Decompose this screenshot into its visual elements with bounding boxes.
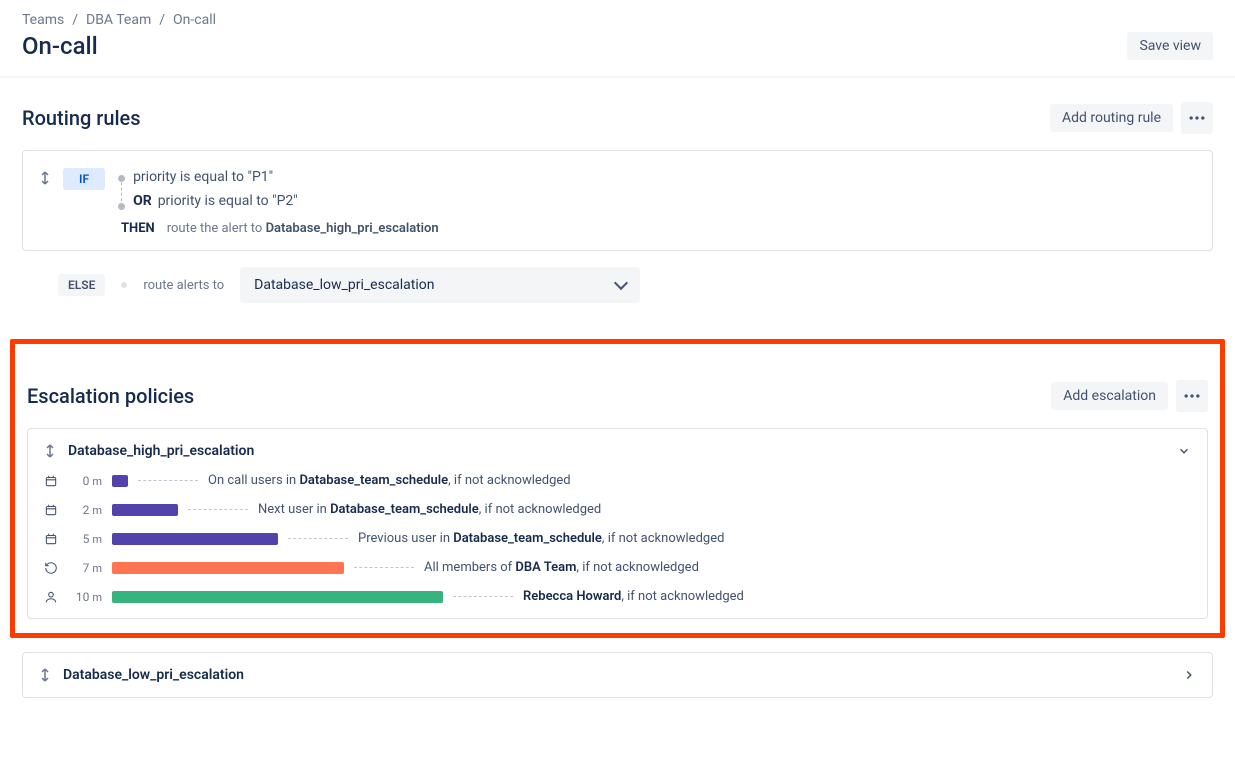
- escalation-step: 0 m On call users in Database_team_schedu…: [44, 473, 1191, 488]
- save-view-button[interactable]: Save view: [1127, 32, 1213, 60]
- else-row: ELSE route alerts to Database_low_pri_es…: [58, 267, 1213, 303]
- breadcrumb-teams[interactable]: Teams: [22, 12, 64, 28]
- escalation-step: 2 m Next user in Database_team_schedule, …: [44, 502, 1191, 517]
- step-connector: [354, 567, 414, 568]
- step-type-icon: [44, 532, 60, 546]
- step-time: 7 m: [70, 561, 102, 575]
- step-connector: [138, 480, 198, 481]
- step-connector: [288, 538, 348, 539]
- routing-more-button[interactable]: [1181, 102, 1213, 134]
- step-connector: [188, 509, 248, 510]
- more-icon: [1182, 386, 1202, 406]
- condition-1: priority is equal to "P1": [117, 165, 1196, 189]
- breadcrumb-dba-team[interactable]: DBA Team: [86, 12, 151, 28]
- add-escalation-button[interactable]: Add escalation: [1051, 382, 1168, 410]
- breadcrumb: Teams / DBA Team / On-call: [22, 12, 1213, 28]
- chevron-right-icon[interactable]: [1182, 668, 1196, 682]
- step-time: 10 m: [70, 590, 102, 604]
- step-text: Next user in Database_team_schedule, if …: [258, 502, 601, 517]
- policy-name: Database_low_pri_escalation: [63, 667, 1170, 683]
- drag-handle-icon[interactable]: [44, 444, 56, 458]
- step-type-icon: [44, 474, 60, 488]
- escalation-highlight-box: Escalation policies Add escalation Datab…: [10, 339, 1225, 638]
- step-type-icon: [44, 561, 60, 575]
- then-text: route the alert to Database_high_pri_esc…: [167, 221, 439, 236]
- escalation-policies-title: Escalation policies: [27, 384, 194, 408]
- step-time: 2 m: [70, 503, 102, 517]
- page-title: On-call: [22, 32, 98, 60]
- routing-rule-card: IF priority is equal to "P1" ORpriority …: [22, 150, 1213, 251]
- step-type-icon: [44, 503, 60, 517]
- if-lozenge: IF: [63, 168, 105, 190]
- step-time: 5 m: [70, 532, 102, 546]
- breadcrumb-sep: /: [159, 12, 165, 28]
- step-bar: [112, 591, 443, 603]
- else-dot: [121, 282, 127, 288]
- chevron-down-icon[interactable]: [1177, 444, 1191, 458]
- else-route-select[interactable]: Database_low_pri_escalation: [240, 267, 640, 303]
- or-label: OR: [133, 193, 152, 209]
- step-text: Rebecca Howard, if not acknowledged: [523, 589, 744, 604]
- policy-name: Database_high_pri_escalation: [68, 443, 1165, 459]
- else-lozenge: ELSE: [58, 274, 105, 296]
- step-connector: [453, 596, 513, 597]
- then-label: THEN: [121, 221, 155, 236]
- escalation-step: 5 m Previous user in Database_team_schedu…: [44, 531, 1191, 546]
- step-text: All members of DBA Team, if not acknowle…: [424, 560, 699, 575]
- else-text: route alerts to: [143, 278, 224, 293]
- add-routing-rule-button[interactable]: Add routing rule: [1050, 104, 1173, 132]
- step-type-icon: [44, 590, 60, 604]
- policy-card-low-pri[interactable]: Database_low_pri_escalation: [22, 652, 1213, 698]
- more-icon: [1187, 108, 1207, 128]
- step-text: On call users in Database_team_schedule,…: [208, 473, 571, 488]
- escalation-step: 10 m Rebecca Howard, if not acknowledged: [44, 589, 1191, 604]
- breadcrumb-on-call[interactable]: On-call: [173, 12, 216, 28]
- policy-card-high-pri: Database_high_pri_escalation 0 m On call …: [27, 428, 1208, 619]
- step-text: Previous user in Database_team_schedule,…: [358, 531, 724, 546]
- routing-rules-title: Routing rules: [22, 106, 141, 130]
- step-bar: [112, 533, 278, 545]
- drag-handle-icon[interactable]: [39, 171, 51, 185]
- step-bar: [112, 562, 344, 574]
- escalation-more-button[interactable]: [1176, 380, 1208, 412]
- step-bar: [112, 504, 178, 516]
- step-time: 0 m: [70, 474, 102, 488]
- escalation-step: 7 m All members of DBA Team, if not ackno…: [44, 560, 1191, 575]
- drag-handle-icon[interactable]: [39, 668, 51, 682]
- condition-2: ORpriority is equal to "P2": [117, 189, 1196, 213]
- step-bar: [112, 475, 128, 487]
- breadcrumb-sep: /: [72, 12, 78, 28]
